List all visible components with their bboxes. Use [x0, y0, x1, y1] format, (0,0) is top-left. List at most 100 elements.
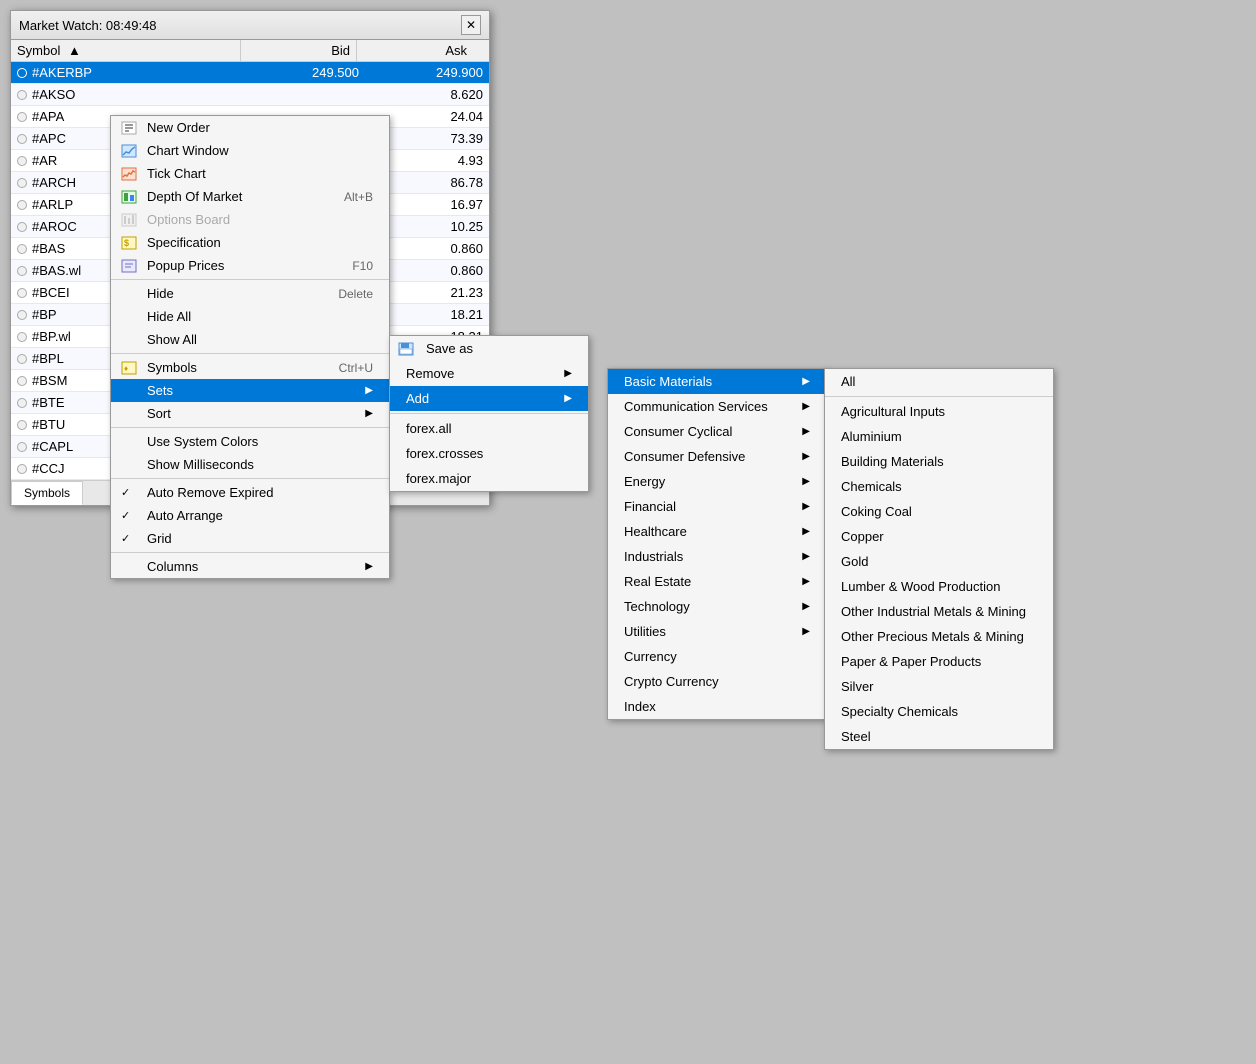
symbol-text: #BP	[32, 307, 57, 322]
menu-item-show-milliseconds[interactable]: Show Milliseconds	[111, 453, 389, 476]
symbol-text: #BAS.wl	[32, 263, 81, 278]
bm-item-aluminium[interactable]: Aluminium	[825, 424, 1053, 449]
popup-icon	[119, 258, 139, 274]
svg-text:♦: ♦	[124, 364, 128, 373]
separator-3	[111, 427, 389, 428]
bm-item-specialty-chemicals[interactable]: Specialty Chemicals	[825, 699, 1053, 724]
menu-item-popup-prices[interactable]: Popup Prices F10	[111, 254, 389, 277]
bm-item-other-precious-metals[interactable]: Other Precious Metals & Mining	[825, 624, 1053, 649]
close-button[interactable]: ✕	[461, 15, 481, 35]
symbol-dot	[17, 376, 27, 386]
bm-item-all[interactable]: All	[825, 369, 1053, 394]
menu-item-chart-window[interactable]: Chart Window	[111, 139, 389, 162]
sets-item-save-as[interactable]: Save as	[390, 336, 588, 361]
sets-submenu: Save as Remove ▶ Add ▶ forex.all forex.c…	[389, 335, 589, 492]
category-item-energy[interactable]: Energy ▶	[608, 469, 826, 494]
symbol-dot	[17, 68, 27, 78]
menu-item-auto-remove-expired[interactable]: ✓ Auto Remove Expired	[111, 481, 389, 504]
menu-item-hide[interactable]: Hide Delete	[111, 282, 389, 305]
remove-arrow-icon: ▶	[554, 368, 572, 379]
symbols-icon: ♦	[119, 360, 139, 376]
symbol-text: #APA	[32, 109, 64, 124]
symbol-dot	[17, 464, 27, 474]
save-as-icon	[398, 341, 418, 357]
col-bid[interactable]: Bid	[241, 40, 357, 61]
menu-item-columns[interactable]: Columns ▶	[111, 555, 389, 578]
category-item-communication-services[interactable]: Communication Services ▶	[608, 394, 826, 419]
symbol-dot	[17, 134, 27, 144]
checkmark-grid: ✓	[121, 532, 130, 545]
menu-item-sort[interactable]: Sort ▶	[111, 402, 389, 425]
sets-item-forex-major[interactable]: forex.major	[390, 466, 588, 491]
symbol-text: #BCEI	[32, 285, 70, 300]
tab-symbols[interactable]: Symbols	[11, 481, 83, 505]
menu-item-hide-all[interactable]: Hide All	[111, 305, 389, 328]
symbol-text: #AKERBP	[32, 65, 92, 80]
category-item-healthcare[interactable]: Healthcare ▶	[608, 519, 826, 544]
col-ask[interactable]: Ask	[357, 40, 473, 61]
sets-item-remove[interactable]: Remove ▶	[390, 361, 588, 386]
category-item-real-estate[interactable]: Real Estate ▶	[608, 569, 826, 594]
bm-item-gold[interactable]: Gold	[825, 549, 1053, 574]
category-item-consumer-defensive[interactable]: Consumer Defensive ▶	[608, 444, 826, 469]
symbol-dot	[17, 398, 27, 408]
bm-item-silver[interactable]: Silver	[825, 674, 1053, 699]
communication-arrow-icon: ▶	[792, 401, 810, 412]
menu-item-tick-chart[interactable]: Tick Chart	[111, 162, 389, 185]
menu-item-use-system-colors[interactable]: Use System Colors	[111, 430, 389, 453]
sets-item-forex-all[interactable]: forex.all	[390, 416, 588, 441]
bm-item-copper[interactable]: Copper	[825, 524, 1053, 549]
symbol-dot	[17, 354, 27, 364]
menu-item-grid[interactable]: ✓ Grid	[111, 527, 389, 550]
bm-item-other-industrial-metals[interactable]: Other Industrial Metals & Mining	[825, 599, 1053, 624]
table-row[interactable]: #AKSO8.620	[11, 84, 489, 106]
category-item-currency[interactable]: Currency	[608, 644, 826, 669]
symbol-text: #BSM	[32, 373, 67, 388]
table-header: Symbol ▲ Bid Ask	[11, 40, 489, 62]
bm-item-paper-products[interactable]: Paper & Paper Products	[825, 649, 1053, 674]
bm-item-coking-coal[interactable]: Coking Coal	[825, 499, 1053, 524]
symbol-dot	[17, 90, 27, 100]
financial-arrow-icon: ▶	[792, 501, 810, 512]
menu-item-depth-of-market[interactable]: Depth Of Market Alt+B	[111, 185, 389, 208]
menu-item-symbols[interactable]: ♦ Symbols Ctrl+U	[111, 356, 389, 379]
sets-item-forex-crosses[interactable]: forex.crosses	[390, 441, 588, 466]
options-icon	[119, 212, 139, 228]
symbol-text: #CAPL	[32, 439, 73, 454]
menu-item-show-all[interactable]: Show All	[111, 328, 389, 351]
category-item-industrials[interactable]: Industrials ▶	[608, 544, 826, 569]
category-item-financial[interactable]: Financial ▶	[608, 494, 826, 519]
menu-item-new-order[interactable]: New Order	[111, 116, 389, 139]
menu-item-options-board: Options Board	[111, 208, 389, 231]
symbol-text: #BP.wl	[32, 329, 71, 344]
bm-item-agricultural-inputs[interactable]: Agricultural Inputs	[825, 399, 1053, 424]
bm-item-lumber-wood[interactable]: Lumber & Wood Production	[825, 574, 1053, 599]
category-item-index[interactable]: Index	[608, 694, 826, 719]
menu-item-auto-arrange[interactable]: ✓ Auto Arrange	[111, 504, 389, 527]
bid-value: 249.500	[241, 62, 365, 83]
symbol-dot	[17, 288, 27, 298]
separator-4	[111, 478, 389, 479]
separator-1	[111, 279, 389, 280]
categories-submenu: Basic Materials ▶ Communication Services…	[607, 368, 827, 720]
category-item-consumer-cyclical[interactable]: Consumer Cyclical ▶	[608, 419, 826, 444]
symbol-dot	[17, 266, 27, 276]
symbol-text: #BPL	[32, 351, 64, 366]
col-symbol[interactable]: Symbol ▲	[11, 40, 241, 61]
category-item-utilities[interactable]: Utilities ▶	[608, 619, 826, 644]
symbol-dot	[17, 156, 27, 166]
sets-item-add[interactable]: Add ▶	[390, 386, 588, 411]
bm-item-building-materials[interactable]: Building Materials	[825, 449, 1053, 474]
table-row[interactable]: #AKERBP249.500249.900	[11, 62, 489, 84]
new-order-icon	[119, 120, 139, 136]
context-menu: New Order Chart Window Tick Chart	[110, 115, 390, 579]
bm-separator	[825, 396, 1053, 397]
category-item-technology[interactable]: Technology ▶	[608, 594, 826, 619]
category-item-basic-materials[interactable]: Basic Materials ▶	[608, 369, 826, 394]
bm-item-chemicals[interactable]: Chemicals	[825, 474, 1053, 499]
window-title: Market Watch: 08:49:48	[19, 18, 157, 33]
menu-item-sets[interactable]: Sets ▶	[111, 379, 389, 402]
bm-item-steel[interactable]: Steel	[825, 724, 1053, 749]
category-item-crypto-currency[interactable]: Crypto Currency	[608, 669, 826, 694]
menu-item-specification[interactable]: $ Specification	[111, 231, 389, 254]
